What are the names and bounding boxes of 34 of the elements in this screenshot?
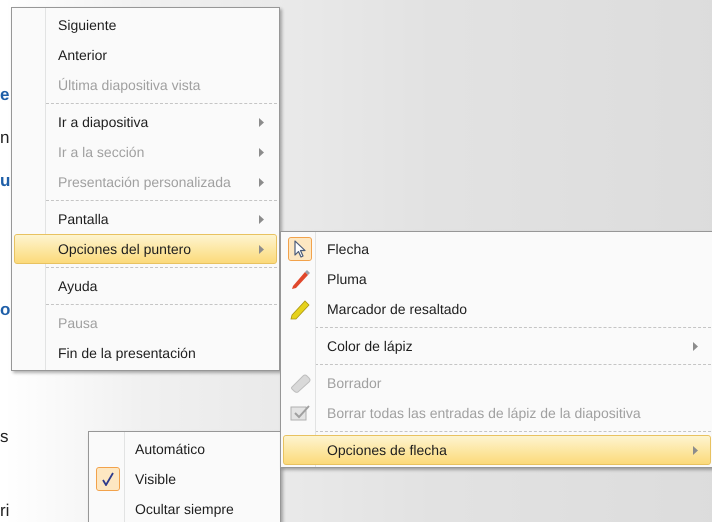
highlighter-icon	[289, 298, 311, 320]
slide-text: n	[0, 127, 10, 149]
submenu-arrow-icon	[259, 244, 264, 254]
slide-erase-icon	[289, 403, 311, 423]
check-icon	[102, 472, 114, 486]
submenu-arrow-icon	[259, 214, 264, 224]
menu-item[interactable]: Pluma	[283, 264, 711, 294]
slide-text: e	[0, 84, 10, 106]
submenu-arrow-icon	[693, 342, 698, 350]
menu-item[interactable]: Opciones del puntero	[14, 234, 277, 264]
menu-item[interactable]: Marcador de resaltado	[283, 294, 711, 324]
submenu-arrow-icon	[693, 446, 698, 454]
slide-text: o	[0, 299, 10, 321]
pen-icon	[289, 268, 311, 290]
slide-text: s	[0, 426, 8, 448]
menu-item[interactable]: Pantalla	[14, 204, 277, 234]
menu-item[interactable]: Visible	[91, 464, 278, 494]
menu-item[interactable]: Fin de la presentación	[14, 338, 277, 368]
menu-item[interactable]: Anterior	[14, 40, 277, 70]
submenu-arrow-icon	[259, 148, 264, 156]
menu-item[interactable]: Automático	[91, 434, 278, 464]
cursor-arrow-icon	[293, 240, 307, 258]
menu-item[interactable]: Color de lápiz	[283, 331, 711, 361]
menu-item[interactable]: Ir a diapositiva	[14, 107, 277, 137]
eraser-icon	[289, 373, 311, 393]
slide-text: u	[0, 170, 10, 192]
menu-item[interactable]: Opciones de flecha	[283, 435, 711, 465]
menu-item[interactable]: Ayuda	[14, 271, 277, 301]
menu-item[interactable]: Flecha	[283, 234, 711, 264]
submenu-arrow-icon	[259, 178, 264, 186]
menu-item[interactable]: Siguiente	[14, 10, 277, 40]
menu-item[interactable]: Ocultar siempre	[91, 494, 278, 522]
submenu-arrow-icon	[259, 118, 264, 126]
slide-text: ri	[0, 500, 10, 522]
